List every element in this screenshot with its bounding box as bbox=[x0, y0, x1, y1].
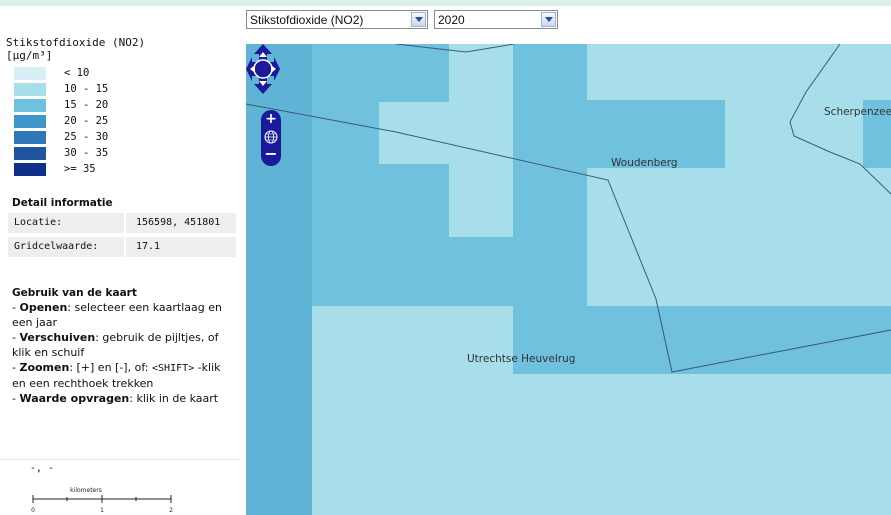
detail-row-location: Locatie: 156598, 451801 bbox=[8, 213, 236, 233]
legend-swatch bbox=[14, 147, 46, 160]
detail-title: Detail informatie bbox=[12, 197, 113, 209]
chevron-down-icon[interactable] bbox=[411, 12, 426, 27]
chevron-down-icon[interactable] bbox=[541, 12, 556, 27]
scale-tick-label: 0 bbox=[31, 507, 35, 514]
detail-key: Locatie: bbox=[14, 217, 63, 228]
legend-label: 30 - 35 bbox=[64, 147, 109, 159]
legend-label: 15 - 20 bbox=[64, 99, 109, 111]
globe-icon[interactable] bbox=[264, 130, 278, 144]
scale-unit: kilometers bbox=[70, 487, 102, 494]
zoom-control: + − bbox=[261, 110, 281, 166]
scale-bar: kilometers 0 1 2 bbox=[31, 487, 173, 514]
usage-title: Gebruik van de kaart bbox=[12, 287, 137, 299]
year-select[interactable]: 2020 bbox=[434, 10, 558, 29]
place-label-heuvelrug: Utrechtse Heuvelrug bbox=[467, 353, 576, 365]
detail-key: Gridcelwaarde: bbox=[14, 241, 99, 252]
usage-pan: - Verschuiven: gebruik de pijltjes, of k… bbox=[12, 331, 219, 359]
pan-arrows-icon[interactable] bbox=[246, 44, 280, 94]
legend-swatch bbox=[14, 131, 46, 144]
legend-label: 25 - 30 bbox=[64, 131, 109, 143]
legend-title-line1: Stikstofdioxide (NO2) bbox=[6, 36, 146, 49]
legend-label: 20 - 25 bbox=[64, 115, 109, 127]
layer-select-value: Stikstofdioxide (NO2) bbox=[250, 13, 364, 27]
scale-tick-label: 2 bbox=[169, 507, 173, 514]
left-panel: Stikstofdioxide (NO2) [µg/m³] < 10 10 - … bbox=[0, 30, 240, 515]
layer-select[interactable]: Stikstofdioxide (NO2) bbox=[246, 10, 428, 29]
place-label-scherpenzeel: Scherpenzee bbox=[824, 106, 891, 118]
legend-swatch bbox=[14, 83, 46, 96]
divider bbox=[0, 459, 240, 460]
top-strip bbox=[0, 0, 891, 6]
year-select-value: 2020 bbox=[438, 13, 465, 27]
legend-title: Stikstofdioxide (NO2) [µg/m³] bbox=[6, 36, 145, 62]
detail-value: 17.1 bbox=[124, 237, 160, 257]
usage-help: Gebruik van de kaart - Openen: selecteer… bbox=[12, 287, 237, 406]
coordinate-readout: -, - bbox=[30, 463, 55, 474]
legend-label: >= 35 bbox=[64, 163, 96, 175]
usage-open: - Openen: selecteer een kaartlaag en een… bbox=[12, 301, 222, 329]
map-grid bbox=[246, 44, 891, 515]
legend-swatch bbox=[14, 163, 46, 176]
legend-swatch bbox=[14, 67, 46, 80]
detail-row-gridcell: Gridcelwaarde: 17.1 bbox=[8, 237, 236, 257]
scale-tick-label: 1 bbox=[100, 507, 104, 514]
zoom-in-icon[interactable]: + bbox=[261, 111, 281, 127]
zoom-out-icon[interactable]: − bbox=[261, 146, 281, 162]
legend-unit: [µg/m³] bbox=[6, 49, 53, 62]
legend-swatch bbox=[14, 115, 46, 128]
usage-zoom: - Zoomen: [+] en [-], of: <SHIFT> -klik … bbox=[12, 361, 221, 390]
detail-value: 156598, 451801 bbox=[124, 213, 220, 233]
usage-query: - Waarde opvragen: klik in de kaart bbox=[12, 392, 219, 405]
legend-label: < 10 bbox=[64, 67, 90, 79]
place-label-woudenberg: Woudenberg bbox=[611, 157, 678, 169]
legend-label: 10 - 15 bbox=[64, 83, 109, 95]
map-view[interactable]: Woudenberg Scherpenzee Utrechtse Heuvelr… bbox=[246, 44, 891, 515]
legend-swatch bbox=[14, 99, 46, 112]
